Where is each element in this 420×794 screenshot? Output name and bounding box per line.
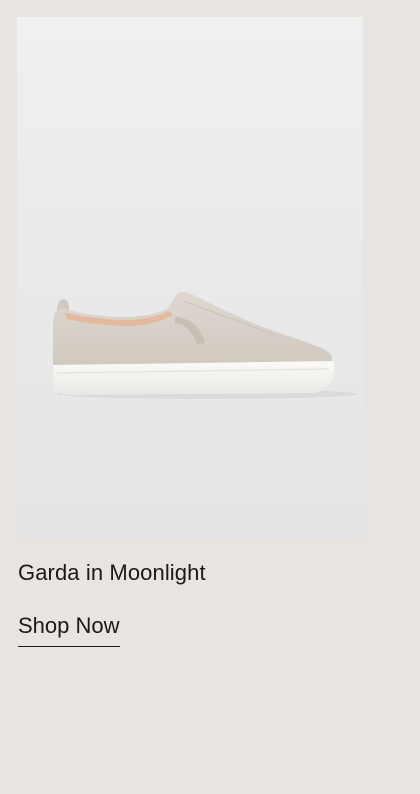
- product-title: Garda in Moonlight: [18, 560, 206, 585]
- shop-now-link[interactable]: Shop Now: [18, 612, 120, 647]
- product-promo-page: Garda in Moonlight Shop Now: [0, 0, 420, 794]
- slip-on-sneaker-illustration: [53, 291, 357, 399]
- product-image[interactable]: [17, 17, 363, 539]
